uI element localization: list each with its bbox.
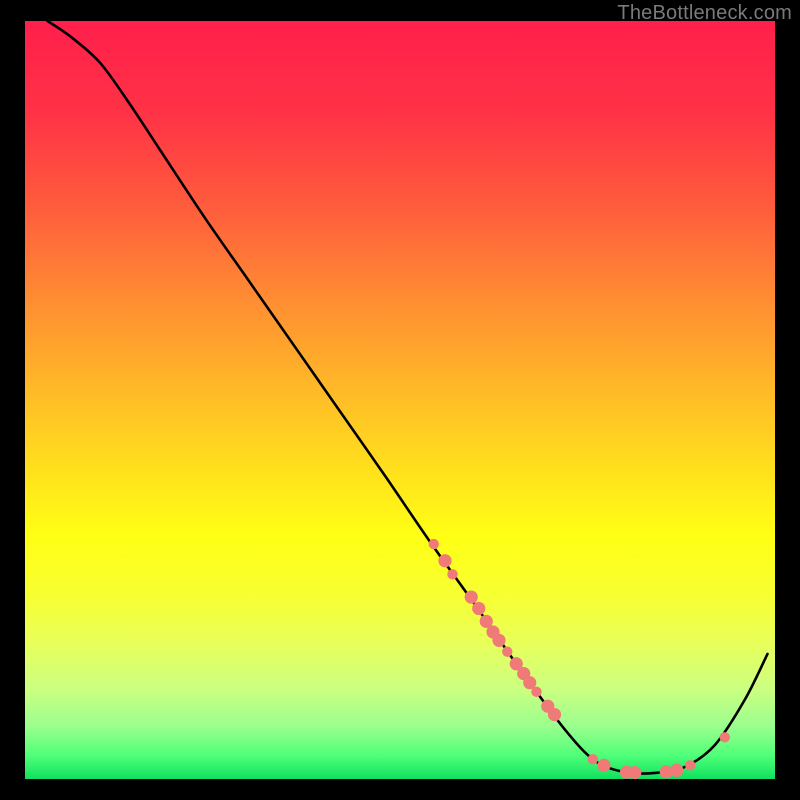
highlight-dot xyxy=(628,766,641,779)
highlight-dot xyxy=(670,764,683,777)
bottleneck-chart xyxy=(0,0,800,800)
highlight-dot xyxy=(720,732,730,742)
highlight-dot xyxy=(502,646,512,656)
highlight-dot xyxy=(465,590,478,603)
highlight-dot xyxy=(429,539,439,549)
highlight-dot xyxy=(492,634,505,647)
highlight-dot xyxy=(472,602,485,615)
highlight-dot xyxy=(685,760,695,770)
attribution-label: TheBottleneck.com xyxy=(617,2,792,25)
chart-stage: TheBottleneck.com xyxy=(0,0,800,800)
highlight-dot xyxy=(531,687,541,697)
highlight-dot xyxy=(438,554,451,567)
highlight-dot xyxy=(548,708,561,721)
highlight-dot xyxy=(588,754,598,764)
highlight-dot xyxy=(597,759,610,772)
gradient-plot-area xyxy=(25,21,775,779)
highlight-dot xyxy=(447,569,457,579)
